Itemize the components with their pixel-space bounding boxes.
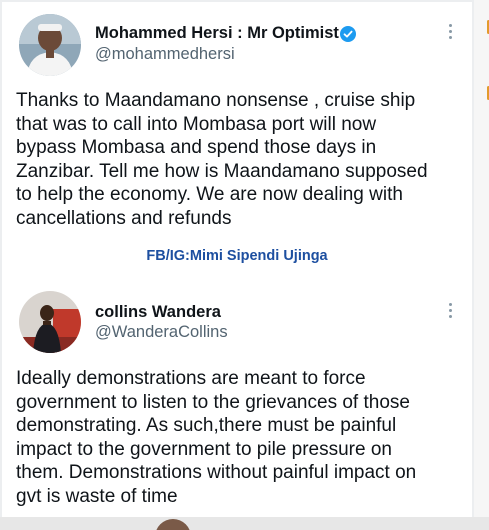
avatar[interactable] — [19, 14, 81, 76]
display-name[interactable]: Mohammed Hersi : Mr Optimist — [95, 24, 339, 43]
display-name[interactable]: collins Wandera — [95, 303, 221, 322]
tweet-text-line: Thanks to Maandamano nonsense , cruise s… — [16, 90, 416, 111]
tweet-text-line: gvt is waste of time — [16, 485, 178, 507]
handle[interactable]: @WanderaCollins — [95, 323, 228, 342]
tweet-text-line: impact to the government to pile pressur… — [16, 438, 392, 460]
tweet-text-line: demonstrating. As such,there must be pai… — [16, 415, 397, 436]
tweet-1[interactable]: Mohammed Hersi : Mr Optimist @mohammedhe… — [2, 2, 472, 242]
more-vertical-icon[interactable] — [449, 303, 453, 321]
screenshot-card: Mohammed Hersi : Mr Optimist @mohammedhe… — [2, 2, 472, 517]
more-vertical-icon[interactable] — [449, 24, 453, 42]
tweet-text-line: Ideally demonstrations are meant to forc… — [16, 368, 366, 389]
tweet-text-line: cancellations and refunds — [16, 207, 232, 229]
avatar-image — [19, 291, 81, 353]
tweet-text: Ideally demonstrations are meant to forc… — [16, 367, 416, 508]
tweet-text-line: government to listen to the grievances o… — [16, 391, 410, 413]
avatar — [155, 519, 191, 530]
tweet-text: Thanks to Maandamano nonsense , cruise s… — [16, 89, 428, 230]
verified-badge-icon — [340, 26, 356, 42]
handle[interactable]: @mohammedhersi — [95, 45, 235, 64]
avatar[interactable] — [19, 291, 81, 353]
tweet-text-line: Zanzibar. Tell me how is Maandamano supp… — [16, 160, 428, 182]
tweet-text-line: that was to call into Mombasa port will … — [16, 113, 377, 135]
background-strip — [474, 0, 489, 530]
tweet-text-line: to help the economy. We are now dealing … — [16, 184, 403, 205]
avatar-image — [19, 14, 81, 76]
background-strip — [0, 517, 489, 530]
tweet-text-line: them. Demonstrations without painful imp… — [16, 462, 417, 483]
tweet-text-line: bypass Mombasa and spend those days in — [16, 137, 377, 158]
tweet-2[interactable]: collins Wandera @WanderaCollins Ideally … — [2, 282, 472, 514]
watermark: FB/IG:Mimi Sipendi Ujinga — [146, 248, 328, 264]
